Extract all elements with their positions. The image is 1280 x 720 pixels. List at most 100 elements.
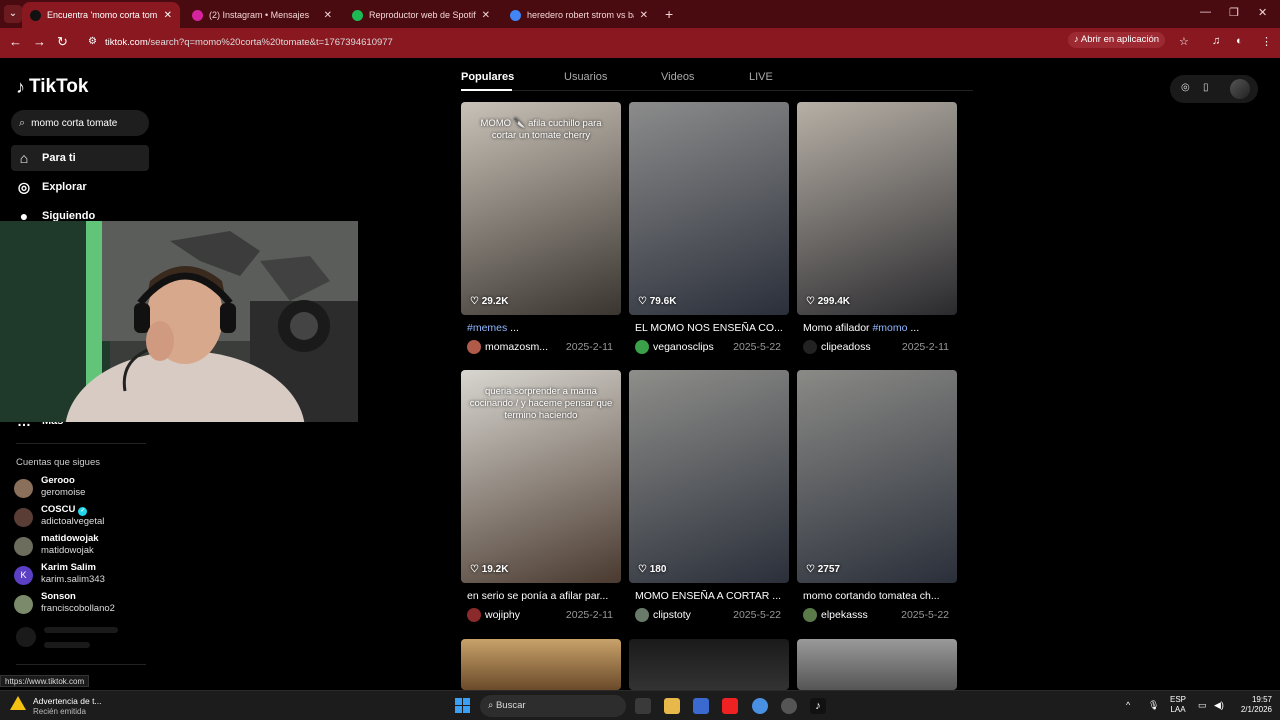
video-author[interactable]: veganosclips <box>653 341 719 353</box>
followed-account[interactable]: COSCU ✓ adictoalvegetal <box>14 504 154 530</box>
restore-icon[interactable]: ❐ <box>1229 6 1239 19</box>
video-caption[interactable]: MOMO ENSEÑA A CORTAR ... <box>635 590 785 602</box>
search-input[interactable]: ⌕ momo corta tomate <box>11 110 149 136</box>
taskbar-search[interactable]: ⌕ Buscar <box>480 695 626 717</box>
video-card[interactable]: ♡ 180 MOMO ENSEÑA A CORTAR ... clipstoty 20… <box>629 370 789 630</box>
video-author[interactable]: clipeadoss <box>821 341 887 353</box>
video-caption[interactable]: #memes ... <box>467 322 617 334</box>
coin-icon[interactable]: ◎ <box>1181 82 1190 93</box>
close-window-icon[interactable]: ✕ <box>1258 6 1267 19</box>
start-icon[interactable] <box>455 698 470 713</box>
url-text[interactable]: tiktok.com/search?q=momo%20corta%20tomat… <box>105 37 393 48</box>
browser-tab[interactable]: (2) Instagram • Mensajes ✕ <box>184 2 340 28</box>
tray-chevron-icon[interactable]: ^ <box>1126 700 1130 710</box>
browser-tab[interactable]: heredero robert strom vs baule ✕ <box>502 2 656 28</box>
back-icon[interactable]: ← <box>9 34 22 49</box>
clock[interactable]: 19:57 2/1/2026 <box>1228 695 1272 715</box>
open-in-app-button[interactable]: ♪ Abrir en aplicación <box>1068 32 1166 48</box>
status-url-tooltip: https://www.tiktok.com <box>0 675 90 687</box>
avatar[interactable] <box>635 340 649 354</box>
chrome-icon[interactable] <box>752 698 768 714</box>
followed-account[interactable]: K Karim Salim karim.salim343 <box>14 562 154 588</box>
video-card[interactable]: MOMO 🔪 afila cuchillo para cortar un tom… <box>461 102 621 362</box>
video-thumbnail[interactable]: ♡ 79.6K <box>629 102 789 315</box>
tiktok-logo[interactable]: ♪ TikTok <box>16 76 88 98</box>
video-thumbnail[interactable] <box>461 639 621 690</box>
video-thumbnail[interactable]: queria sorprender a mama cocinando / y h… <box>461 370 621 583</box>
menu-dots-icon[interactable]: ⋮ <box>1261 35 1272 48</box>
followed-account[interactable]: Sonson franciscobollano2 <box>14 591 154 617</box>
language-indicator[interactable]: ESP LAA <box>1170 695 1186 715</box>
browser-tab[interactable]: Reproductor web de Spotify: m ✕ <box>344 2 498 28</box>
webcam-overlay <box>0 221 358 422</box>
task-view-icon[interactable] <box>635 698 651 714</box>
video-caption[interactable]: Momo afilador #momo ... <box>803 322 953 334</box>
address-bar[interactable]: ⚙ tiktok.com/search?q=momo%20corta%20tom… <box>80 31 1200 55</box>
avatar[interactable] <box>467 608 481 622</box>
video-thumbnail[interactable]: ♡ 180 <box>629 370 789 583</box>
tab-close-icon[interactable]: ✕ <box>640 10 648 21</box>
new-tab-button[interactable]: + <box>665 6 673 22</box>
account-name: COSCU ✓ <box>41 504 88 516</box>
avatar[interactable] <box>1230 79 1250 99</box>
video-author[interactable]: momazosm... <box>485 341 551 353</box>
tab-videos[interactable]: Videos <box>661 71 694 83</box>
microphone-icon[interactable]: 🎙 <box>1148 700 1159 711</box>
notification-subtitle: Recién emitida <box>33 707 86 716</box>
hashtag-link[interactable]: #memes <box>467 322 507 334</box>
tab-close-icon[interactable]: ✕ <box>482 10 490 21</box>
video-author[interactable]: elpekasss <box>821 609 887 621</box>
video-caption[interactable]: EL MOMO NOS ENSEÑA CO... <box>635 322 785 334</box>
avatar[interactable] <box>803 608 817 622</box>
video-card[interactable]: queria sorprender a mama cocinando / y h… <box>461 370 621 630</box>
tab-close-icon[interactable]: ✕ <box>164 10 172 21</box>
site-info-icon[interactable]: ⚙ <box>88 36 97 47</box>
video-author[interactable]: clipstoty <box>653 609 719 621</box>
media-controls-icon[interactable]: ♫ <box>1212 35 1220 47</box>
like-count: ♡ 2757 <box>806 564 840 575</box>
video-card[interactable]: ♡ 2757 momo cortando tomatea ch... elpekas… <box>797 370 957 630</box>
avatar[interactable] <box>803 340 817 354</box>
sidebar-item-para-ti[interactable]: ⌂ Para ti <box>11 145 149 171</box>
device-icon[interactable]: ▯ <box>1203 82 1209 93</box>
volume-icon[interactable]: ◀) <box>1214 700 1224 711</box>
forward-icon[interactable]: → <box>33 34 46 49</box>
browser-tab[interactable]: Encuentra 'momo corta tom ✕ <box>22 2 180 28</box>
tab-close-icon[interactable]: ✕ <box>324 10 332 21</box>
followed-account[interactable]: matidowojak matidowojak <box>14 533 154 559</box>
video-date: 2025-2-11 <box>901 341 949 353</box>
video-thumbnail[interactable]: ♡ 2757 <box>797 370 957 583</box>
video-thumbnail[interactable] <box>797 639 957 690</box>
file-explorer-icon[interactable] <box>664 698 680 714</box>
hashtag-link[interactable]: #momo <box>872 322 907 334</box>
followed-account[interactable]: Gerooo geromoise <box>14 475 154 501</box>
tab-favicon-icon <box>510 9 521 21</box>
video-thumbnail[interactable]: ♡ 299.4K <box>797 102 957 315</box>
video-author[interactable]: wojiphy <box>485 609 551 621</box>
avatar[interactable] <box>467 340 481 354</box>
video-card[interactable]: ♡ 79.6K EL MOMO NOS ENSEÑA CO... veganoscl… <box>629 102 789 362</box>
tiktok-app-icon[interactable]: ♪ <box>810 698 826 714</box>
video-thumbnail[interactable] <box>629 639 789 690</box>
video-card[interactable]: ♡ 299.4K Momo afilador #momo ... clipeados… <box>797 102 957 362</box>
minimize-icon[interactable]: — <box>1200 6 1211 18</box>
video-caption[interactable]: en serio se ponía a afilar par... <box>467 590 617 602</box>
app-icon[interactable] <box>781 698 797 714</box>
avatar <box>14 537 33 556</box>
network-icon[interactable]: ▭ <box>1198 700 1207 711</box>
tab-search-button[interactable]: ⌄ <box>4 5 22 23</box>
reload-icon[interactable]: ↻ <box>57 34 68 50</box>
bookmark-star-icon[interactable]: ☆ <box>1179 35 1189 48</box>
tab-live[interactable]: LIVE <box>749 71 773 83</box>
youtube-icon[interactable] <box>722 698 738 714</box>
sidebar-item-explorar[interactable]: ◎ Explorar <box>11 174 149 200</box>
video-caption[interactable]: momo cortando tomatea ch... <box>803 590 953 602</box>
video-thumbnail[interactable]: MOMO 🔪 afila cuchillo para cortar un tom… <box>461 102 621 315</box>
store-icon[interactable] <box>693 698 709 714</box>
home-icon: ⌂ <box>19 150 29 166</box>
like-count: ♡ 19.2K <box>470 564 509 575</box>
profile-icon[interactable]: ◐ <box>1236 35 1243 47</box>
avatar[interactable] <box>635 608 649 622</box>
tab-populares[interactable]: Populares <box>461 71 514 83</box>
tab-usuarios[interactable]: Usuarios <box>564 71 607 83</box>
